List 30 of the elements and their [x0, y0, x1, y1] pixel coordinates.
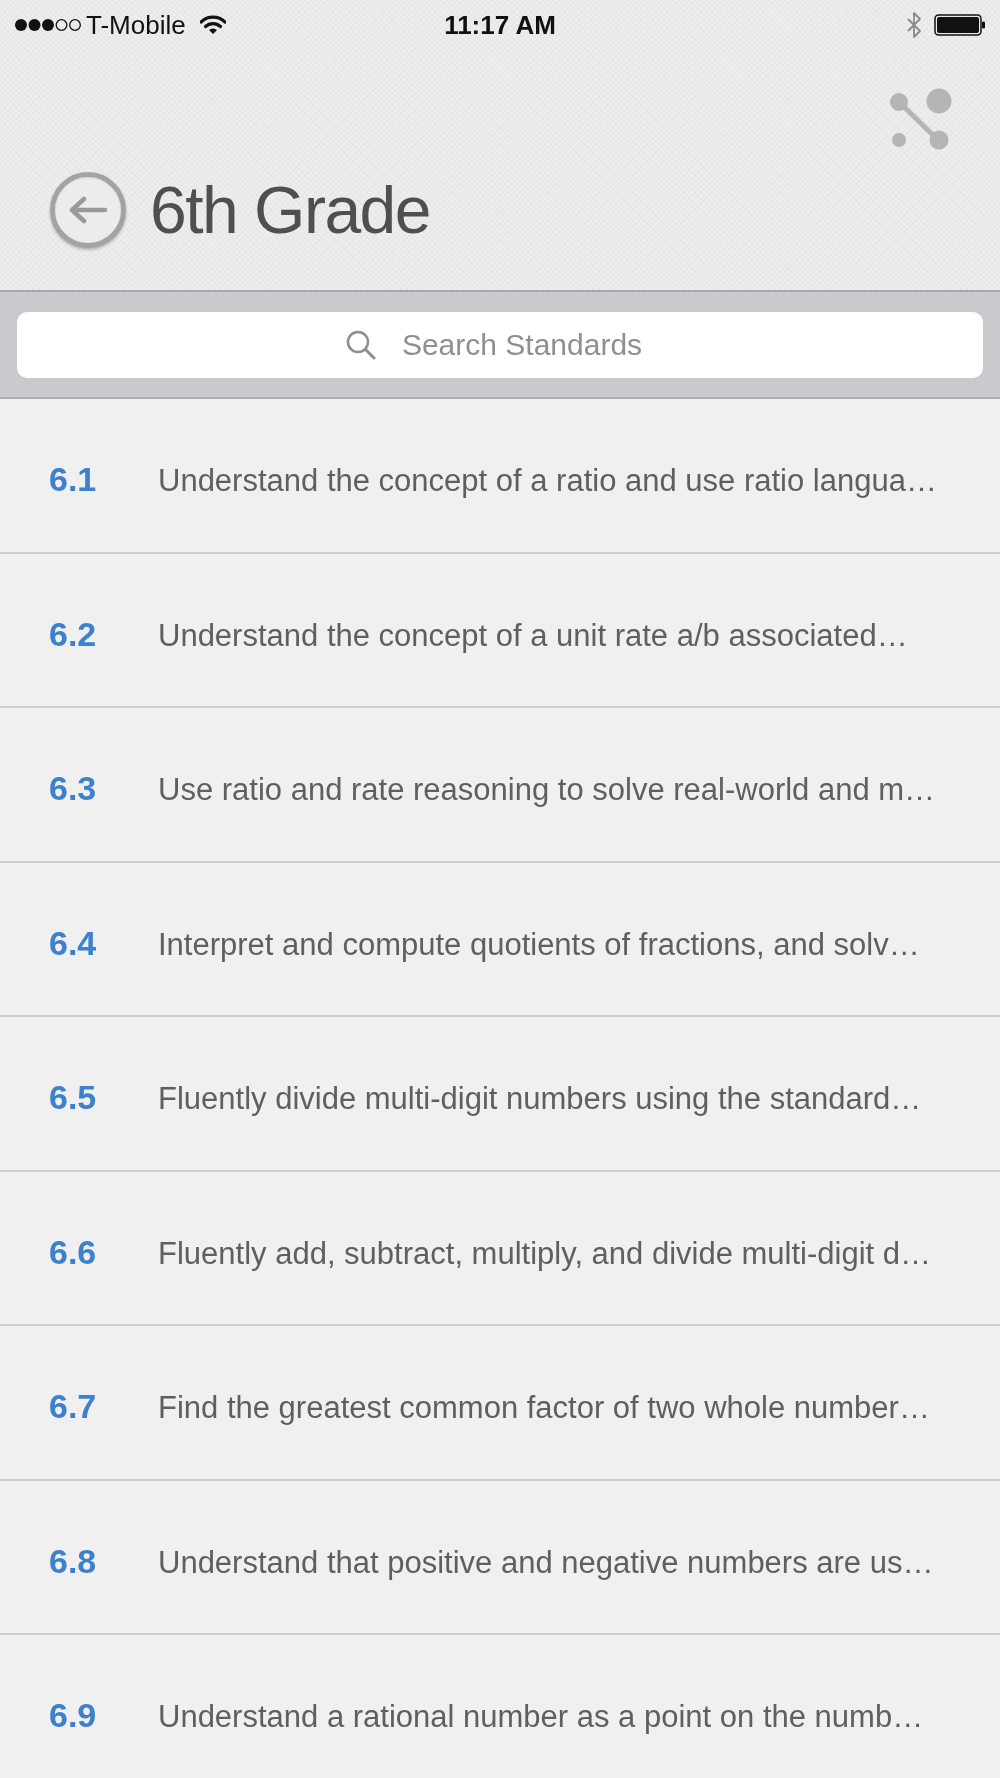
standard-code: 6.9 — [49, 1695, 98, 1735]
standard-description: Use ratio and rate reasoning to solve real-world and m… — [158, 771, 936, 809]
standard-code: 6.3 — [49, 768, 98, 808]
arrow-left-icon — [68, 196, 108, 224]
standard-code: 6.2 — [49, 613, 98, 654]
page-title: 6th Grade — [150, 177, 431, 243]
back-button[interactable] — [50, 172, 126, 248]
battery-icon — [934, 14, 986, 36]
standard-code: 6.8 — [49, 1540, 98, 1581]
standard-description: Find the greatest common factor of two whole number… — [158, 1389, 930, 1427]
bluetooth-icon — [906, 11, 922, 39]
standard-code: 6.6 — [49, 1231, 98, 1272]
standard-description: Understand the concept of a ratio and use ratio langua… — [158, 462, 937, 500]
signal-strength-icon — [14, 18, 82, 32]
share-icon[interactable] — [889, 88, 953, 150]
wifi-icon — [199, 15, 226, 35]
clock-time: 11:17 AM — [444, 8, 556, 42]
standard-description: Understand a rational number as a point on the numb… — [158, 1698, 924, 1736]
standard-description: Interpret and compute quotients of fractions, and solv… — [158, 925, 920, 964]
standard-description: Understand the concept of a unit rate a/b associated… — [158, 616, 908, 655]
standard-description: Understand that positive and negative numbers are us… — [158, 1543, 934, 1582]
standard-code: 6.1 — [49, 459, 98, 499]
search-icon — [346, 330, 376, 360]
standard-description: Fluently divide multi-digit numbers using the standard… — [158, 1080, 922, 1118]
standard-code: 6.5 — [49, 1077, 98, 1117]
search-field[interactable]: Search Standards — [17, 312, 983, 378]
standard-code: 6.7 — [49, 1386, 98, 1426]
standard-description: Fluently add, subtract, multiply, and divide multi-digit d… — [158, 1234, 932, 1273]
carrier-name: T-Mobile — [86, 8, 186, 42]
standard-code: 6.4 — [49, 922, 98, 963]
